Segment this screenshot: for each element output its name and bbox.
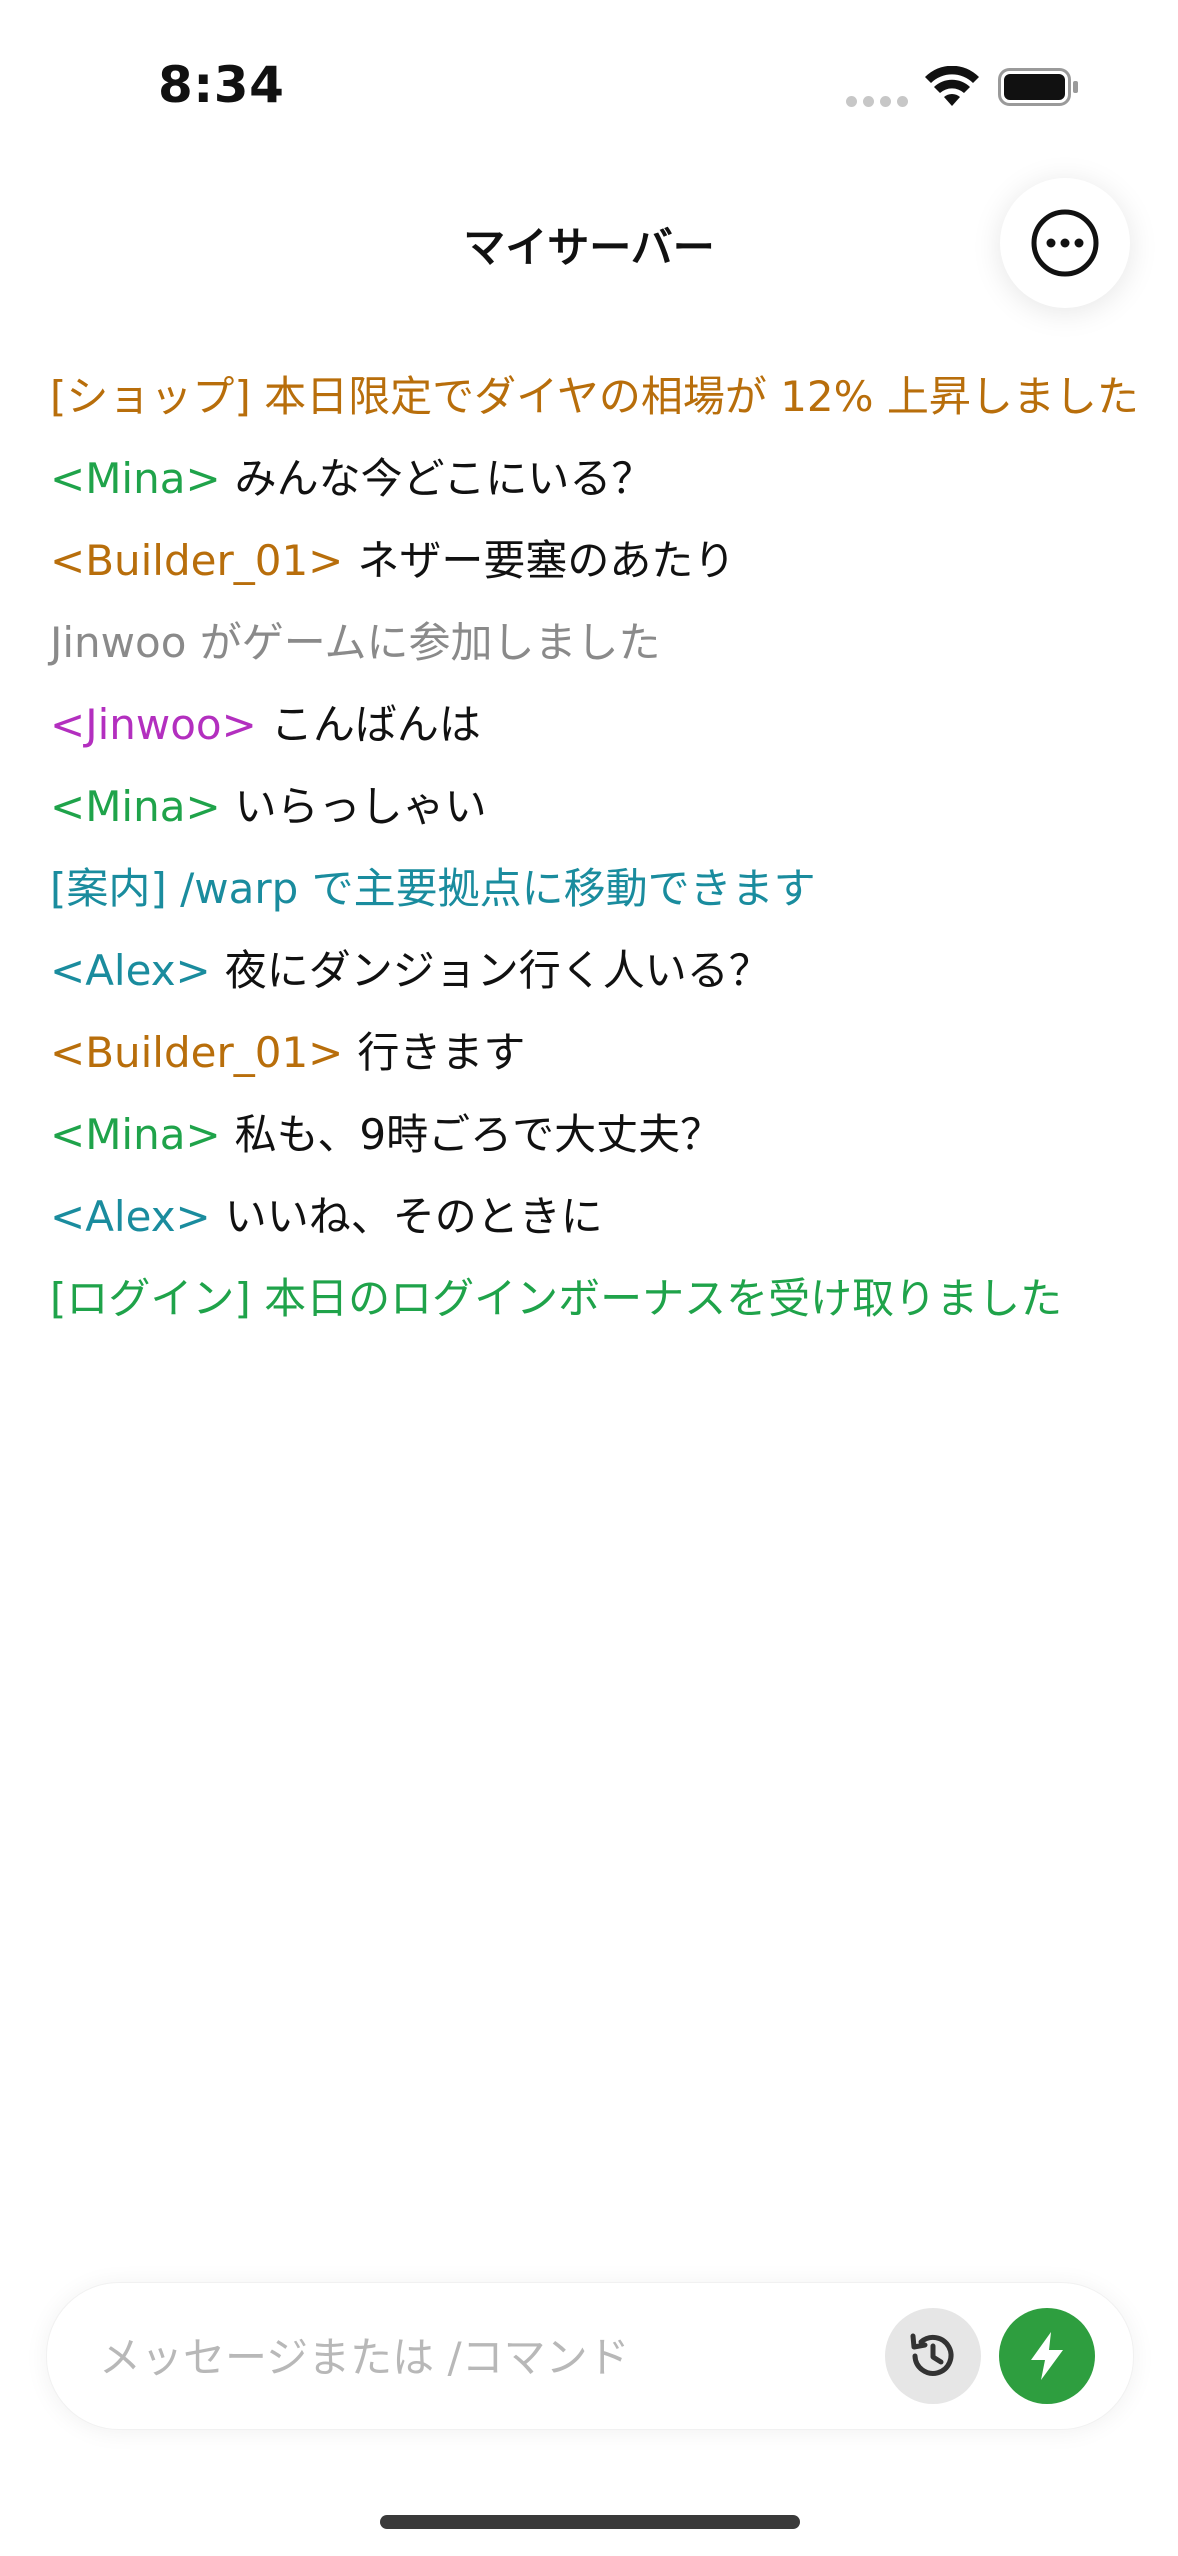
chat-text: Jinwoo がゲームに参加しました bbox=[50, 618, 661, 667]
chat-message: <Alex> いいね、そのときに bbox=[50, 1176, 1140, 1258]
chat-message: <Alex> 夜にダンジョン行く人いる？ bbox=[50, 930, 1140, 1012]
composer-bar bbox=[46, 2282, 1134, 2430]
header: マイサーバー bbox=[0, 170, 1178, 320]
send-button[interactable] bbox=[999, 2308, 1095, 2404]
chat-message: <Jinwoo> こんばんは bbox=[50, 684, 1140, 766]
message-input[interactable] bbox=[97, 2311, 901, 2403]
chat-text: ネザー要塞のあたり bbox=[357, 536, 736, 585]
chat-message: [案内] /warp で主要拠点に移動できます bbox=[50, 848, 1140, 930]
chat-sender: <Jinwoo> bbox=[50, 700, 257, 749]
battery-icon bbox=[998, 68, 1078, 106]
more-options-button[interactable] bbox=[1000, 178, 1130, 308]
chat-message: [ショップ] 本日限定でダイヤの相場が 12% 上昇しました bbox=[50, 356, 1140, 438]
status-time: 8:34 bbox=[158, 56, 285, 114]
chat-text: 行きます bbox=[357, 1028, 526, 1077]
chat-sender: <Mina> bbox=[50, 454, 221, 503]
chat-sender: <Mina> bbox=[50, 782, 221, 831]
chat-text: [案内] /warp で主要拠点に移動できます bbox=[50, 864, 816, 913]
wifi-icon bbox=[925, 66, 979, 106]
chat-sender: <Alex> bbox=[50, 946, 211, 995]
chat-message: <Mina> みんな今どこにいる？ bbox=[50, 438, 1140, 520]
chat-text: いらっしゃい bbox=[234, 782, 487, 831]
history-clock-icon bbox=[910, 2333, 954, 2376]
chat-message: <Builder_01> 行きます bbox=[50, 1012, 1140, 1094]
cellular-signal-icon bbox=[846, 96, 908, 107]
chat-sender: <Builder_01> bbox=[50, 536, 344, 585]
chat-message: <Mina> 私も、9時ごろで大丈夫？ bbox=[50, 1094, 1140, 1176]
lightning-bolt-icon bbox=[1031, 2332, 1063, 2380]
chat-sender: <Builder_01> bbox=[50, 1028, 344, 1077]
chat-sender: <Mina> bbox=[50, 1110, 221, 1159]
chat-text: 夜にダンジョン行く人いる？ bbox=[224, 946, 771, 995]
status-bar: 8:34 bbox=[0, 0, 1178, 170]
chat-message: Jinwoo がゲームに参加しました bbox=[50, 602, 1140, 684]
chat-text: いいね、そのときに bbox=[224, 1192, 603, 1241]
chat-text: [ショップ] 本日限定でダイヤの相場が 12% 上昇しました bbox=[50, 372, 1139, 421]
chat-log: [ショップ] 本日限定でダイヤの相場が 12% 上昇しました <Mina> みんな今… bbox=[50, 356, 1140, 1340]
chat-message: <Mina> いらっしゃい bbox=[50, 766, 1140, 848]
chat-text: みんな今どこにいる？ bbox=[234, 454, 654, 503]
chat-text: 私も、9時ごろで大丈夫？ bbox=[234, 1110, 723, 1159]
ellipsis-circle-icon bbox=[1031, 209, 1099, 277]
chat-message: <Builder_01> ネザー要塞のあたり bbox=[50, 520, 1140, 602]
history-button[interactable] bbox=[885, 2308, 981, 2404]
home-indicator bbox=[380, 2515, 800, 2529]
chat-text: [ログイン] 本日のログインボーナスを受け取りました bbox=[50, 1274, 1063, 1323]
chat-sender: <Alex> bbox=[50, 1192, 211, 1241]
chat-text: こんばんは bbox=[270, 700, 481, 749]
chat-message: [ログイン] 本日のログインボーナスを受け取りました bbox=[50, 1258, 1140, 1340]
